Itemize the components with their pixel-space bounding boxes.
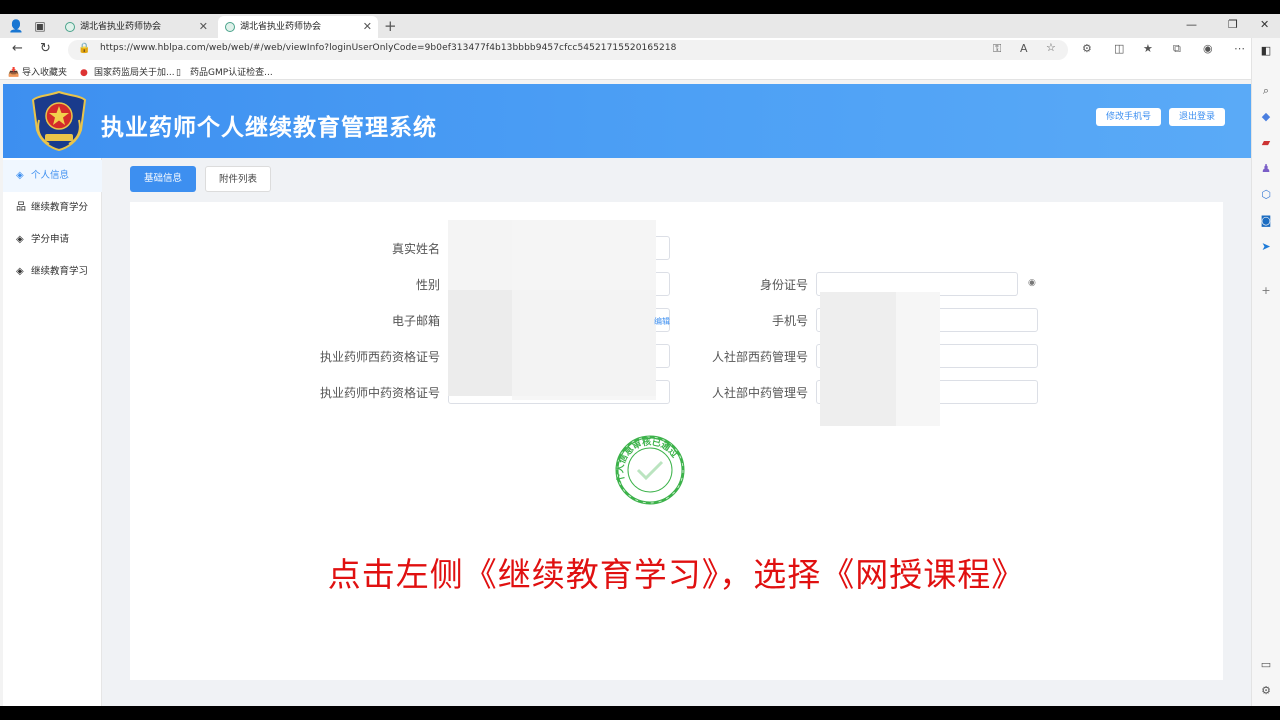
bookmarks-bar: 📥 导入收藏夹 ● 国家药监局关于加... ▯ 药品GMP认证检查... bbox=[0, 62, 1280, 80]
email-edit-link[interactable]: 编辑 bbox=[654, 316, 670, 327]
eye-icon[interactable]: ◉ bbox=[1028, 278, 1036, 288]
tcm-cert-label: 执业药师中药资格证号 bbox=[319, 386, 440, 400]
system-title: 执业药师个人继续教育管理系统 bbox=[101, 114, 437, 141]
profile-icon[interactable]: 👤 bbox=[8, 18, 24, 34]
web-page: 执业药师个人继续教育管理系统 修改手机号 退出登录 ◈ 个人信息 品 继续教育学… bbox=[3, 84, 1251, 706]
approved-stamp-icon: 个人信息审核已通过 bbox=[614, 435, 685, 505]
bookmark-import[interactable]: 📥 导入收藏夹 bbox=[8, 65, 67, 78]
police-emblem-icon bbox=[31, 90, 87, 152]
refresh-icon[interactable]: ↻ bbox=[40, 41, 51, 56]
sidebar-item-continuing-study[interactable]: ◈ 继续教育学习 bbox=[3, 256, 102, 288]
address-bar-row: ← ↻ 🔒 https://www.hblpa.com/web/web/#/we… bbox=[0, 38, 1280, 62]
sidebar-item-credits[interactable]: 品 继续教育学分 bbox=[3, 192, 102, 224]
sitemap-icon: 品 bbox=[16, 202, 26, 213]
phone-label: 手机号 bbox=[771, 314, 808, 328]
key-icon[interactable]: ⚿ bbox=[993, 42, 1001, 56]
info-card: 真实姓名 性别 电子邮箱 执业药师西药资格证号 执业药师中药资格证号 身份证号 … bbox=[130, 202, 1223, 680]
favorite-star-icon[interactable]: ☆ bbox=[1046, 41, 1056, 54]
tab-basic-info[interactable]: 基础信息 bbox=[130, 166, 196, 192]
bookmark-gmp[interactable]: ▯ 药品GMP认证检查... bbox=[176, 65, 273, 78]
url-text: https://www.hblpa.com/web/web/#/web/view… bbox=[100, 43, 677, 53]
new-tab-icon[interactable]: + bbox=[384, 16, 397, 36]
browser-window: 👤 ▣ 湖北省执业药师协会 ✕ 湖北省执业药师协会 ✕ + — ❐ ✕ ← ↻ … bbox=[0, 14, 1280, 706]
hr-tcm-label: 人社部中药管理号 bbox=[711, 386, 808, 400]
performance-icon[interactable]: ◉ bbox=[1203, 42, 1213, 55]
nmpa-icon: ● bbox=[80, 68, 88, 78]
tab-attachments[interactable]: 附件列表 bbox=[205, 166, 271, 192]
office-icon[interactable]: ⬡ bbox=[1259, 188, 1273, 202]
sidebar-item-personal-info[interactable]: ◈ 个人信息 bbox=[3, 160, 102, 192]
more-menu-icon[interactable]: ⋯ bbox=[1234, 42, 1245, 55]
real-name-label: 真实姓名 bbox=[391, 242, 440, 256]
privacy-mask bbox=[512, 220, 656, 400]
layers-icon: ◈ bbox=[16, 266, 24, 277]
collections-icon[interactable]: ⧉ bbox=[1173, 42, 1181, 56]
close-tab-icon[interactable]: ✕ bbox=[363, 16, 372, 38]
send-icon[interactable]: ➤ bbox=[1259, 240, 1273, 254]
maximize-icon[interactable]: ❐ bbox=[1228, 18, 1238, 31]
split-screen-icon[interactable]: ◫ bbox=[1114, 42, 1124, 55]
minimize-icon[interactable]: — bbox=[1186, 18, 1197, 31]
logout-button[interactable]: 退出登录 bbox=[1169, 108, 1226, 126]
sidebar-toggle-icon[interactable]: ◧ bbox=[1259, 44, 1273, 58]
import-icon: 📥 bbox=[8, 68, 20, 78]
workspaces-icon[interactable]: ▣ bbox=[32, 18, 48, 34]
tools-icon[interactable]: ▰ bbox=[1259, 136, 1273, 150]
lock-icon: 🔒 bbox=[78, 43, 91, 54]
western-cert-label: 执业药师西药资格证号 bbox=[319, 350, 440, 364]
bookmark-nmpa[interactable]: ● 国家药监局关于加... bbox=[80, 65, 175, 78]
add-sidebar-icon[interactable]: + bbox=[1259, 284, 1273, 298]
layers-icon: ◈ bbox=[16, 170, 24, 181]
privacy-mask bbox=[896, 292, 940, 426]
outlook-icon[interactable]: ◙ bbox=[1259, 214, 1273, 228]
read-aloud-icon[interactable]: A bbox=[1020, 42, 1028, 55]
change-phone-button[interactable]: 修改手机号 bbox=[1096, 108, 1162, 126]
people-icon[interactable]: ♟ bbox=[1259, 162, 1273, 176]
id-number-label: 身份证号 bbox=[759, 278, 808, 292]
screen-icon[interactable]: ▭ bbox=[1259, 658, 1273, 672]
browser-tab-1[interactable]: 湖北省执业药师协会 ✕ bbox=[58, 16, 214, 38]
close-tab-icon[interactable]: ✕ bbox=[199, 16, 208, 38]
search-icon[interactable]: ⌕ bbox=[1259, 84, 1273, 98]
address-bar[interactable]: 🔒 https://www.hblpa.com/web/web/#/web/vi… bbox=[68, 40, 1068, 60]
tab-strip: 👤 ▣ 湖北省执业药师协会 ✕ 湖北省执业药师协会 ✕ + — ❐ ✕ bbox=[0, 14, 1280, 38]
settings-gear-icon[interactable]: ⚙ bbox=[1259, 684, 1273, 698]
back-icon[interactable]: ← bbox=[12, 41, 23, 56]
favorites-icon[interactable]: ★ bbox=[1143, 42, 1153, 55]
browser-tab-2[interactable]: 湖北省执业药师协会 ✕ bbox=[218, 16, 378, 38]
site-header: 执业药师个人继续教育管理系统 修改手机号 退出登录 bbox=[3, 84, 1251, 158]
hr-western-label: 人社部西药管理号 bbox=[711, 350, 808, 364]
site-favicon-icon bbox=[65, 22, 75, 32]
page-icon: ▯ bbox=[176, 68, 181, 78]
tag-icon[interactable]: ◆ bbox=[1259, 110, 1273, 124]
close-window-icon[interactable]: ✕ bbox=[1260, 18, 1269, 31]
gender-label: 性别 bbox=[415, 278, 440, 292]
site-favicon-icon bbox=[225, 22, 235, 32]
email-label: 电子邮箱 bbox=[391, 314, 440, 328]
extensions-icon[interactable]: ⚙ bbox=[1082, 42, 1092, 55]
layers-icon: ◈ bbox=[16, 234, 24, 245]
edge-sidebar: ◧ ⌕ ◆ ▰ ♟ ⬡ ◙ ➤ + ▭ ⚙ bbox=[1251, 38, 1280, 706]
instruction-caption: 点击左侧《继续教育学习》，选择《网授课程》 bbox=[327, 555, 1026, 594]
sidebar-item-credit-apply[interactable]: ◈ 学分申请 bbox=[3, 224, 102, 256]
left-sidebar: ◈ 个人信息 品 继续教育学分 ◈ 学分申请 ◈ 继续教育学习 bbox=[3, 158, 102, 706]
